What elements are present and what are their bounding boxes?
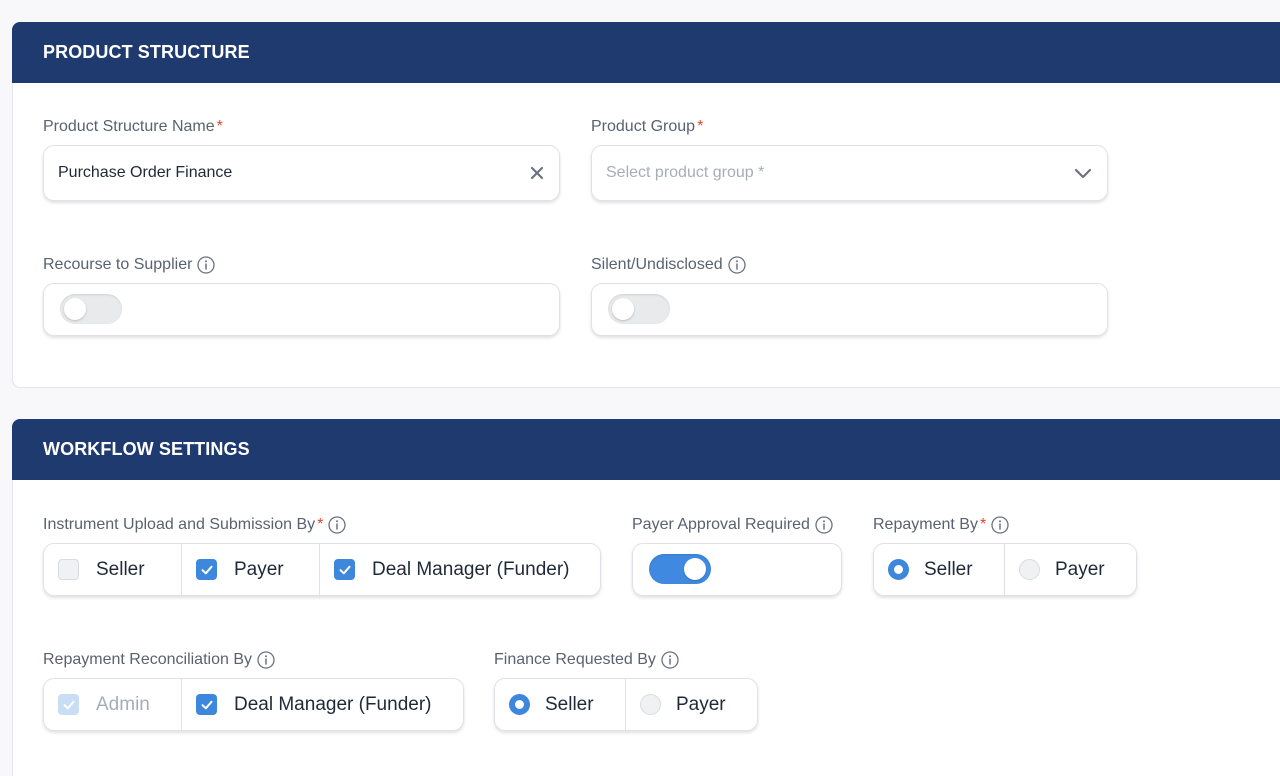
input-value: Purchase Order Finance	[58, 164, 233, 181]
finance-requested-label: Finance Requested By	[494, 649, 679, 671]
info-icon[interactable]	[328, 516, 347, 534]
toggle-knob	[64, 298, 86, 320]
repayment-reconciliation-label: Repayment Reconciliation By	[43, 649, 275, 671]
radio-option-seller[interactable]: Seller	[874, 544, 1005, 595]
product-group-select[interactable]: Select product group *	[591, 145, 1108, 201]
radio-option-seller[interactable]: Seller	[495, 679, 626, 730]
check-icon	[201, 700, 212, 709]
radio-unselected[interactable]	[1019, 559, 1040, 580]
radio-unselected[interactable]	[640, 694, 661, 715]
radio-option-payer[interactable]: Payer	[626, 679, 757, 730]
option-admin: Admin	[44, 679, 182, 730]
finance-requested-group: Seller Payer	[494, 678, 758, 731]
product-group-label: Product Group *	[591, 118, 704, 135]
select-placeholder: Select product group *	[606, 164, 765, 181]
product-structure-name-label: Product Structure Name *	[43, 118, 223, 135]
check-icon	[339, 565, 350, 574]
silent-label: Silent/Undisclosed	[591, 254, 746, 276]
radio-selected[interactable]	[509, 694, 530, 715]
instrument-upload-group: Seller Payer Deal Manager (Funder)	[43, 543, 601, 596]
recourse-toggle-box	[43, 283, 560, 336]
info-icon[interactable]	[815, 516, 833, 534]
info-icon[interactable]	[197, 256, 216, 274]
required-mark: *	[317, 516, 324, 533]
checkbox-checked-disabled	[58, 694, 79, 715]
required-mark: *	[979, 516, 987, 533]
payer-approval-toggle[interactable]	[649, 554, 711, 584]
option-deal-manager[interactable]: Deal Manager (Funder)	[320, 544, 600, 595]
repayment-by-group: Seller Payer	[873, 543, 1137, 596]
silent-toggle-box	[591, 283, 1108, 336]
toggle-knob	[612, 298, 634, 320]
required-mark: *	[697, 118, 704, 135]
repayment-reconciliation-group: Admin Deal Manager (Funder)	[43, 678, 464, 731]
info-icon[interactable]	[727, 256, 746, 274]
radio-option-payer[interactable]: Payer	[1005, 544, 1136, 595]
info-icon[interactable]	[661, 651, 679, 669]
recourse-toggle[interactable]	[60, 294, 122, 324]
chevron-down-icon[interactable]	[1073, 163, 1093, 183]
repayment-by-label: Repayment By *	[873, 514, 1009, 536]
radio-selected[interactable]	[888, 559, 909, 580]
checkbox-checked[interactable]	[196, 559, 217, 580]
check-icon	[201, 565, 212, 574]
payer-approval-label: Payer Approval Required	[632, 514, 833, 536]
clear-icon[interactable]	[529, 165, 545, 181]
product-structure-name-input[interactable]: Purchase Order Finance	[43, 145, 560, 201]
product-structure-header: PRODUCT STRUCTURE	[12, 22, 1280, 83]
workflow-settings-header: WORKFLOW SETTINGS	[12, 419, 1280, 480]
option-payer[interactable]: Payer	[182, 544, 320, 595]
checkbox-checked[interactable]	[334, 559, 355, 580]
required-mark: *	[216, 118, 223, 135]
info-icon[interactable]	[257, 651, 275, 669]
check-icon	[63, 700, 74, 709]
toggle-knob	[684, 558, 706, 580]
checkbox-checked[interactable]	[196, 694, 217, 715]
silent-toggle[interactable]	[608, 294, 670, 324]
checkbox[interactable]	[58, 559, 79, 580]
section-title: PRODUCT STRUCTURE	[43, 42, 250, 62]
recourse-label: Recourse to Supplier	[43, 254, 216, 276]
section-title: WORKFLOW SETTINGS	[43, 439, 250, 459]
payer-approval-box	[632, 543, 842, 596]
option-seller[interactable]: Seller	[44, 544, 182, 595]
instrument-upload-label: Instrument Upload and Submission By *	[43, 514, 347, 536]
info-icon[interactable]	[991, 516, 1009, 534]
option-deal-manager[interactable]: Deal Manager (Funder)	[182, 679, 463, 730]
